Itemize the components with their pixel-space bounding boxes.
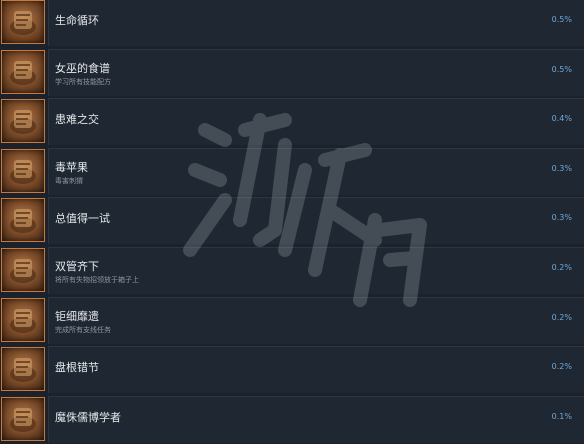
achievement-title: 患难之交 [55,113,99,126]
achievement-title: 钜细靡遗 [55,310,99,323]
achievement-row-9[interactable]: 魔侏儒博学者 0.1% [0,396,584,444]
achievement-row-8[interactable]: 盘根错节 0.2% [0,346,584,394]
achievement-panel: 总值得一试 0.3% [48,197,584,244]
achievement-panel: 钜细靡遗 完成所有支线任务 0.2% [48,297,584,344]
achievement-panel: 双管齐下 将所有失物招领放于箱子上 0.2% [48,247,584,294]
achievement-description: 将所有失物招领放于箱子上 [55,276,139,284]
unlock-percent: 0.5% [551,65,572,74]
gnome-scholar-icon [1,397,45,441]
achievement-row-6[interactable]: 双管齐下 将所有失物招领放于箱子上 0.2% [0,247,584,295]
achievement-title: 总值得一试 [55,212,110,225]
unlock-percent: 0.4% [551,114,572,123]
achievement-title: 魔侏儒博学者 [55,411,121,424]
poison-apple-icon [1,149,45,193]
unlock-percent: 0.3% [551,213,572,222]
open-map-icon [1,298,45,342]
achievement-row-4[interactable]: 毒苹果 毒害刺猬 0.3% [0,148,584,196]
achievement-title: 盘根错节 [55,361,99,374]
unlock-percent: 0.5% [551,15,572,24]
achievement-description: 完成所有支线任务 [55,326,111,334]
achievement-panel: 生命循环 0.5% [48,0,584,46]
achievement-title: 毒苹果 [55,161,88,174]
achievement-row-2[interactable]: 女巫的食谱 学习所有技能配方 0.5% [0,49,584,97]
unlock-percent: 0.2% [551,263,572,272]
achievement-panel: 盘根错节 0.2% [48,346,584,393]
unlock-percent: 0.2% [551,313,572,322]
achievement-row-3[interactable]: 患难之交 0.4% [0,98,584,146]
unlock-percent: 0.3% [551,164,572,173]
achievement-description: 毒害刺猬 [55,177,83,185]
achievement-panel: 女巫的食谱 学习所有技能配方 0.5% [48,49,584,96]
achievement-title: 生命循环 [55,14,99,27]
achievement-title: 双管齐下 [55,260,99,273]
achievement-title: 女巫的食谱 [55,62,110,75]
unlock-percent: 0.1% [551,412,572,421]
unlock-percent: 0.2% [551,362,572,371]
achievement-description: 学习所有技能配方 [55,78,111,86]
crossed-tools-icon [1,248,45,292]
achievement-row-1[interactable]: 生命循环 0.5% [0,0,584,47]
hands-friendship-icon [1,99,45,143]
achievement-row-5[interactable]: 总值得一试 0.3% [0,197,584,245]
achievement-panel: 患难之交 0.4% [48,98,584,145]
candle-flame-icon [1,198,45,242]
achievement-panel: 毒苹果 毒害刺猬 0.3% [48,148,584,195]
tangled-roots-icon [1,347,45,391]
recipe-scroll-icon [1,50,45,94]
achievement-row-7[interactable]: 钜细靡遗 完成所有支线任务 0.2% [0,297,584,345]
book-pile-icon [1,0,45,44]
achievement-panel: 魔侏儒博学者 0.1% [48,396,584,443]
